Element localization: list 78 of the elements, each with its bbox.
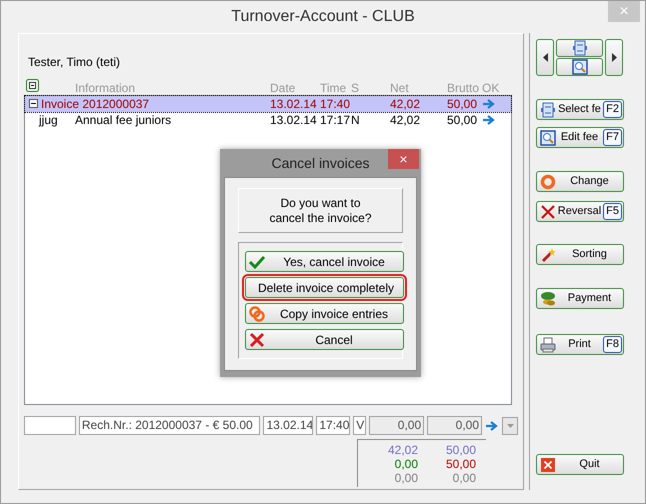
arrow-right-icon (485, 420, 500, 432)
key-badge: F8 (603, 336, 622, 353)
total-value: 50,00 (444, 443, 476, 457)
table-cell: Invoice 2012000037 (41, 96, 150, 112)
triangle-right-icon (612, 53, 616, 62)
table-cell: 42,02 (390, 112, 420, 128)
input-field[interactable] (24, 416, 76, 435)
column-header: Date (270, 80, 296, 97)
key-badge: F5 (603, 203, 622, 220)
printer-icon (540, 336, 556, 352)
tray-button[interactable] (556, 39, 603, 57)
action-button[interactable]: Quit (536, 454, 624, 475)
coins-icon (249, 306, 265, 322)
key-badge: F7 (603, 129, 622, 146)
column-header: Net (390, 80, 409, 97)
arrow-right-icon (482, 114, 496, 126)
column-header: OK (482, 80, 500, 97)
table-cell: jjug (39, 112, 58, 128)
table-cell: 13.02.14 (270, 112, 317, 128)
member-name: Tester, Timo (teti) (27, 54, 122, 71)
table-cell: 50,00 (447, 112, 478, 128)
table-cell: 17:17 (320, 112, 350, 128)
total-value: 0,00 (394, 471, 418, 485)
window-title: Turnover-Account - CLUB (231, 7, 415, 27)
column-header: Time (320, 80, 346, 97)
table-cell: 50,00 (447, 96, 478, 112)
ring-icon (540, 174, 556, 190)
cross-icon (540, 204, 556, 220)
previous-button[interactable] (536, 39, 554, 76)
table-cell: 42,02 (390, 96, 420, 112)
action-button[interactable]: Edit fee F7 (536, 127, 624, 148)
triangle-left-icon (542, 53, 548, 62)
action-button[interactable]: Reversal F5 (536, 201, 624, 222)
table-cell: 13.02.14 (270, 96, 317, 112)
dialog-button[interactable]: Yes, cancel invoice (245, 251, 404, 272)
check-icon (249, 254, 265, 270)
reference-field[interactable]: Rech.Nr.: 2012000037 - € 50.00 (78, 416, 260, 435)
action-button[interactable]: Print F8 (536, 334, 624, 355)
tray-icon (540, 102, 556, 118)
magnifier-icon (540, 130, 556, 146)
tray-icon (572, 40, 588, 56)
next-button[interactable] (605, 39, 623, 76)
magnifier-icon (572, 59, 588, 75)
message-text: Do you want to cancel the invoice? (238, 188, 403, 233)
key-badge: F2 (603, 101, 622, 118)
column-header: S (351, 80, 360, 97)
search-button[interactable] (556, 58, 603, 76)
dialog-title: Cancel invoices (271, 154, 370, 172)
action-button[interactable]: Change (536, 171, 624, 192)
total-value: 0,00 (452, 471, 476, 485)
table-cell: N (351, 112, 360, 128)
table-cell: 17:40 (320, 96, 350, 112)
close-button[interactable]: × (388, 149, 419, 169)
table-row[interactable]: jjug Annual fee juniors 13.02.14 17:17 N 42,02 50,00 (25, 112, 511, 128)
time-field[interactable]: 17:40 (316, 416, 350, 435)
action-button[interactable]: Sorting (536, 244, 624, 265)
column-header: Brutto (447, 80, 480, 97)
close-icon (540, 456, 556, 472)
dialog-button[interactable]: Copy invoice entries (245, 303, 404, 324)
cancel-icon (249, 332, 265, 348)
money-icon (540, 290, 556, 306)
wand-icon (540, 246, 556, 262)
column-header: Information (75, 80, 136, 97)
brutto-field[interactable]: 0,00 (427, 416, 482, 435)
total-value: 0,00 (394, 457, 418, 471)
total-value: 50,00 (444, 457, 476, 471)
s-field[interactable]: V (353, 416, 366, 435)
total-value: 42,02 (386, 443, 418, 457)
net-field[interactable]: 0,00 (369, 416, 424, 435)
action-button[interactable]: Payment (536, 288, 624, 309)
dialog-button[interactable]: Cancel (245, 329, 404, 350)
arrow-right-icon (482, 98, 496, 110)
action-button[interactable]: Select fe F2 (536, 99, 624, 120)
table-cell: Annual fee juniors (75, 112, 172, 128)
dialog-button[interactable]: Delete invoice completely (245, 277, 404, 298)
table-row[interactable]: Invoice 2012000037 13.02.14 17:40 42,02 50,00 (25, 96, 511, 112)
collapse-icon (26, 79, 39, 92)
caret-icon (506, 424, 514, 428)
